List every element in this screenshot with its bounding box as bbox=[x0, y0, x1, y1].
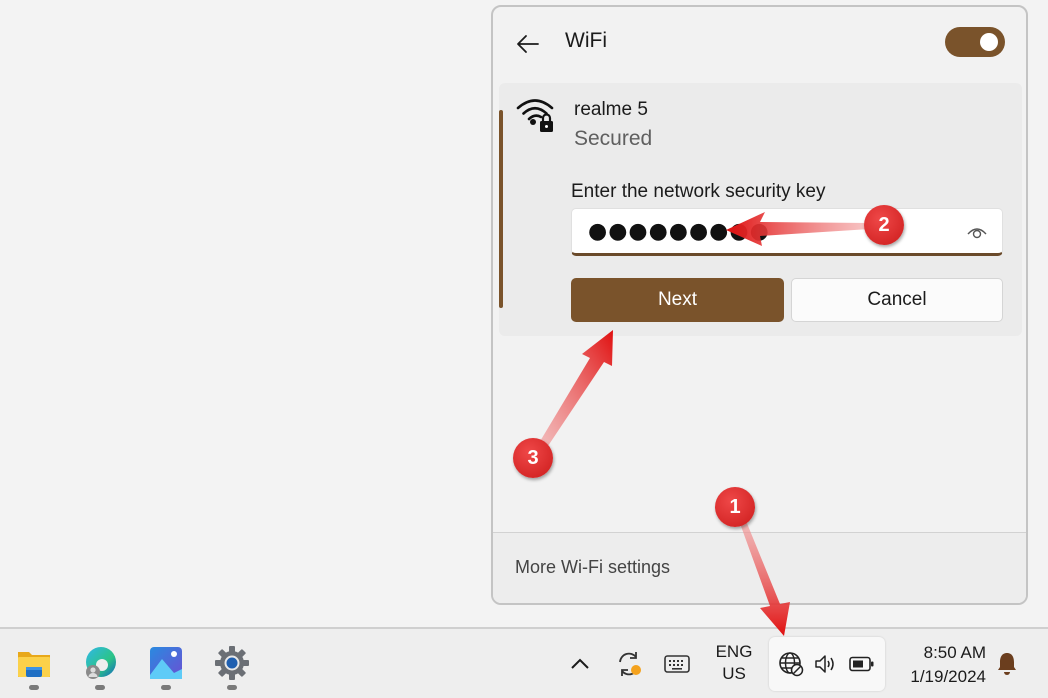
toggle-knob bbox=[980, 33, 998, 51]
taskbar: ENG US 8:50 AM 1/19/2024 bbox=[0, 627, 1048, 698]
callout-1: 1 bbox=[715, 487, 755, 527]
security-key-input[interactable]: ●●●●●●●●● bbox=[571, 208, 1003, 256]
selection-indicator bbox=[499, 110, 503, 308]
running-indicator bbox=[29, 685, 39, 690]
flyout-header: WiFi bbox=[493, 7, 1026, 79]
folder-icon bbox=[18, 652, 50, 677]
running-indicator bbox=[227, 685, 237, 690]
sync-tray-button[interactable] bbox=[612, 647, 646, 681]
more-wifi-settings-link[interactable]: More Wi-Fi settings bbox=[515, 557, 670, 578]
next-button[interactable]: Next bbox=[571, 278, 784, 322]
gear-icon bbox=[215, 646, 249, 680]
flyout-footer: More Wi-Fi settings bbox=[493, 532, 1026, 603]
callout-3: 3 bbox=[513, 438, 553, 478]
wifi-secured-icon bbox=[516, 99, 554, 132]
cancel-button[interactable]: Cancel bbox=[791, 278, 1003, 322]
input-language-button[interactable]: ENG US bbox=[708, 641, 760, 685]
eye-icon[interactable] bbox=[966, 222, 988, 242]
taskbar-app-settings[interactable] bbox=[210, 641, 254, 693]
running-indicator bbox=[161, 685, 171, 690]
flyout-title: WiFi bbox=[565, 29, 607, 52]
edge-icon bbox=[86, 647, 116, 679]
taskbar-app-file-explorer[interactable] bbox=[12, 641, 56, 693]
globe-no-internet-icon bbox=[779, 652, 804, 677]
sync-icon bbox=[619, 652, 641, 676]
keyboard-layout: US bbox=[722, 664, 746, 683]
arrow-left-icon bbox=[517, 35, 539, 53]
back-button[interactable] bbox=[513, 29, 543, 59]
quick-settings-button[interactable] bbox=[769, 637, 885, 691]
running-indicator bbox=[95, 685, 105, 690]
taskbar-app-edge[interactable] bbox=[78, 641, 122, 693]
network-card: realme 5 Secured Enter the network secur… bbox=[499, 83, 1022, 336]
security-key-label: Enter the network security key bbox=[571, 181, 826, 202]
network-name: realme 5 bbox=[574, 99, 648, 120]
keyboard-icon bbox=[664, 655, 690, 673]
clock-date: 1/19/2024 bbox=[910, 667, 986, 686]
security-key-value: ●●●●●●●●● bbox=[588, 219, 770, 244]
speaker-icon bbox=[815, 655, 834, 673]
clock-time: 8:50 AM bbox=[923, 643, 986, 662]
show-hidden-icons-button[interactable] bbox=[566, 651, 594, 677]
wifi-toggle[interactable] bbox=[945, 27, 1005, 57]
photos-icon bbox=[150, 647, 182, 679]
clock-button[interactable]: 8:50 AM 1/19/2024 bbox=[894, 641, 986, 689]
language-code: ENG bbox=[715, 642, 753, 661]
taskbar-app-photos[interactable] bbox=[144, 641, 188, 693]
touch-keyboard-button[interactable] bbox=[662, 649, 692, 679]
wifi-flyout: WiFi realme 5 Secured Enter the network … bbox=[491, 5, 1028, 605]
callout-2: 2 bbox=[864, 205, 904, 245]
notifications-button[interactable] bbox=[993, 649, 1021, 679]
bell-icon bbox=[998, 653, 1016, 675]
chevron-up-icon bbox=[571, 658, 589, 669]
network-status: Secured bbox=[574, 127, 653, 150]
battery-icon bbox=[849, 656, 874, 672]
